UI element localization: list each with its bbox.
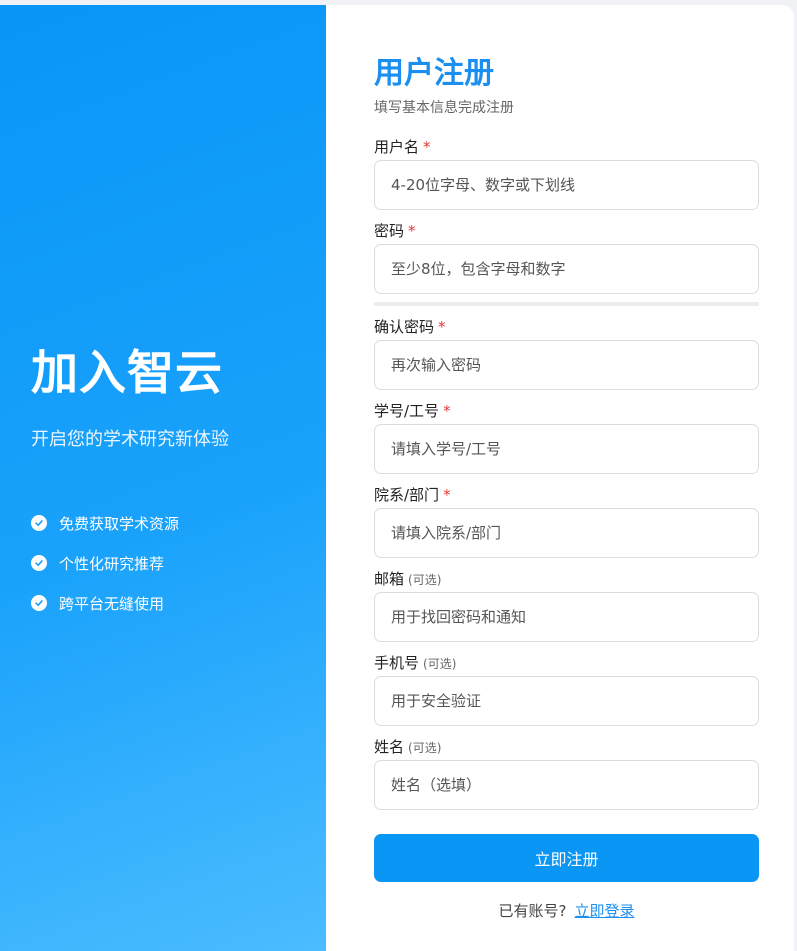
name-input[interactable] xyxy=(374,760,759,810)
username-input[interactable] xyxy=(374,160,759,210)
register-window: 加入智云 开启您的学术研究新体验 免费获取学术资源 个性化研究推荐 跨平台无缝使… xyxy=(0,5,794,951)
required-mark: * xyxy=(408,222,416,240)
login-prompt-text: 已有账号? xyxy=(498,902,567,920)
feature-item: 跨平台无缝使用 xyxy=(31,583,179,623)
name-label: 姓名 (可选) xyxy=(374,738,442,756)
brand-panel: 加入智云 开启您的学术研究新体验 免费获取学术资源 个性化研究推荐 跨平台无缝使… xyxy=(0,5,326,951)
required-mark: * xyxy=(423,138,431,156)
login-link[interactable]: 立即登录 xyxy=(574,902,634,920)
form-panel: 用户注册 填写基本信息完成注册 用户名* 密码* 确认密码* xyxy=(326,5,794,951)
check-circle-icon xyxy=(31,515,47,531)
check-circle-icon xyxy=(31,555,47,571)
email-label: 邮箱 (可选) xyxy=(374,570,442,588)
name-group: 姓名 (可选) xyxy=(374,736,759,810)
student-id-label: 学号/工号 * xyxy=(374,402,451,420)
password-input[interactable] xyxy=(374,244,759,294)
register-form: 用户注册 填写基本信息完成注册 用户名* 密码* 确认密码* xyxy=(374,53,759,922)
check-circle-icon xyxy=(31,595,47,611)
optional-mark: (可选) xyxy=(408,741,442,755)
optional-mark: (可选) xyxy=(408,573,442,587)
confirm-password-group: 确认密码 * xyxy=(374,316,759,390)
password-strength-bar xyxy=(374,302,759,306)
password-group: 密码 * xyxy=(374,220,759,306)
username-label: 用户名 * xyxy=(374,138,431,156)
feature-list: 免费获取学术资源 个性化研究推荐 跨平台无缝使用 xyxy=(31,503,179,623)
password-label: 密码 * xyxy=(374,222,416,240)
department-label: 院系/部门 * xyxy=(374,486,451,504)
required-mark: * xyxy=(443,402,451,420)
confirm-password-label: 确认密码 * xyxy=(374,318,446,336)
feature-item: 个性化研究推荐 xyxy=(31,543,179,583)
feature-label: 免费获取学术资源 xyxy=(59,514,180,533)
email-input[interactable] xyxy=(374,592,759,642)
phone-group: 手机号 (可选) xyxy=(374,652,759,726)
student-id-group: 学号/工号 * xyxy=(374,400,759,474)
brand-title: 加入智云 xyxy=(31,346,223,401)
feature-label: 跨平台无缝使用 xyxy=(59,594,165,613)
login-prompt-row: 已有账号? 立即登录 xyxy=(374,900,759,922)
email-group: 邮箱 (可选) xyxy=(374,568,759,642)
feature-label: 个性化研究推荐 xyxy=(59,554,165,573)
form-title: 用户注册 xyxy=(374,56,494,91)
department-input[interactable] xyxy=(374,508,759,558)
phone-input[interactable] xyxy=(374,676,759,726)
required-mark: * xyxy=(443,486,451,504)
student-id-input[interactable] xyxy=(374,424,759,474)
required-mark: * xyxy=(438,318,446,336)
confirm-password-input[interactable] xyxy=(374,340,759,390)
brand-subtitle: 开启您的学术研究新体验 xyxy=(31,429,229,450)
optional-mark: (可选) xyxy=(423,657,457,671)
phone-label: 手机号 (可选) xyxy=(374,654,457,672)
feature-item: 免费获取学术资源 xyxy=(31,503,179,543)
department-group: 院系/部门 * xyxy=(374,484,759,558)
form-subtitle: 填写基本信息完成注册 xyxy=(374,100,514,116)
username-group: 用户名 * xyxy=(374,136,759,210)
register-button[interactable]: 立即注册 xyxy=(374,834,759,882)
